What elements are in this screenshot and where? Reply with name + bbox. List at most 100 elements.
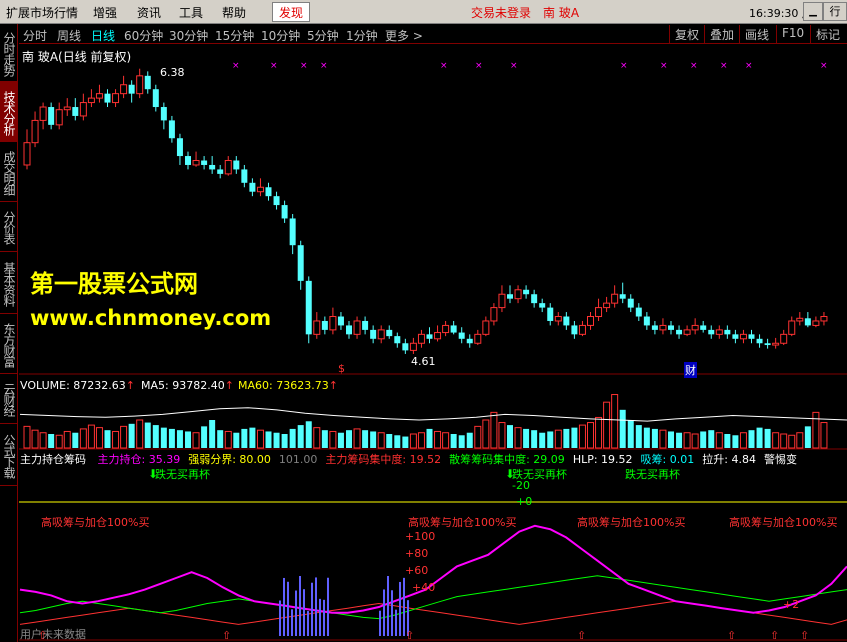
candle-body xyxy=(297,245,304,281)
candle-body xyxy=(539,303,546,308)
volume-bar xyxy=(417,432,425,449)
volume-bar xyxy=(377,432,385,449)
volume-bar xyxy=(394,435,401,448)
indicator-field: 吸筹: 0.01 xyxy=(640,453,695,465)
candle-body xyxy=(120,84,128,95)
volume-bar xyxy=(659,429,667,449)
buy-signal-label-4: 高吸筹与加仓100%买 xyxy=(729,516,838,529)
candle-body xyxy=(788,320,796,335)
volume-bar xyxy=(209,420,216,448)
candle-body xyxy=(48,107,55,125)
candle-body xyxy=(498,293,506,309)
indicator-field: 警惕变 xyxy=(763,453,797,465)
candle-body xyxy=(63,106,71,111)
volume-bar xyxy=(112,430,120,449)
volume-bar xyxy=(683,432,691,449)
candle-body xyxy=(168,120,175,139)
volume-bar xyxy=(619,409,626,448)
volume-bar xyxy=(466,432,473,448)
indicator-header: 主力持仓筹码 主力持仓: 35.39 强弱分界: 80.00 101.00 主力筹码集… xyxy=(20,451,847,465)
volume-bar xyxy=(305,421,312,448)
indicator-field: HLP: 19.52 xyxy=(572,453,633,465)
volume-bar xyxy=(39,432,47,449)
volume-ma60-label: MA60: 73623.73↑ xyxy=(238,379,338,392)
volume-bar xyxy=(668,431,674,448)
candle-body xyxy=(676,329,683,335)
candle-body xyxy=(442,324,450,334)
candle-body xyxy=(209,164,216,170)
volume-bar xyxy=(442,432,450,449)
volume-bar xyxy=(676,432,683,448)
candle-body xyxy=(587,316,594,326)
volume-bar xyxy=(168,428,175,448)
volume-bar xyxy=(265,431,272,448)
candle-body xyxy=(482,320,490,335)
volume-bar xyxy=(233,432,240,448)
volume-bar xyxy=(571,427,578,448)
volume-bar xyxy=(739,432,747,449)
indicator-field: 强弱分界: 80.00 xyxy=(188,453,271,465)
volume-bar xyxy=(804,426,811,448)
volume-bar xyxy=(514,427,522,449)
volume-bar xyxy=(643,427,650,448)
volume-bar xyxy=(95,427,103,449)
volume-bar xyxy=(329,430,337,449)
candle-body xyxy=(514,289,522,300)
volume-bar xyxy=(498,422,506,449)
event-x-marker: × xyxy=(660,61,668,71)
volume-bar xyxy=(23,425,31,449)
volume-ma-line xyxy=(19,407,847,422)
candle-body xyxy=(691,324,699,331)
volume-bar xyxy=(192,432,200,449)
candle-body xyxy=(627,298,634,308)
volume-bar xyxy=(79,428,87,449)
candle-body xyxy=(394,336,401,344)
volume-bar xyxy=(595,416,603,449)
buy-arrow-icon: ⇧ xyxy=(405,629,414,642)
indicator-field: 拉升: 4.84 xyxy=(702,453,756,465)
volume-bar xyxy=(152,425,159,448)
event-marker[interactable]: $ xyxy=(338,362,345,375)
volume-bar xyxy=(104,430,111,448)
volume-bar xyxy=(144,422,151,448)
volume-bar xyxy=(136,419,144,449)
scale-60: +60 xyxy=(405,564,429,577)
candle-body xyxy=(643,316,650,326)
volume-bar xyxy=(63,430,71,449)
volume-bar xyxy=(31,429,39,449)
candle-body xyxy=(87,97,95,104)
candle-body xyxy=(531,294,538,304)
candle-body xyxy=(144,75,151,90)
volume-bar xyxy=(201,426,208,448)
scale-zero: +0 xyxy=(516,495,533,508)
watermark-url: www.chnmoney.com xyxy=(30,306,272,330)
volume-bar xyxy=(611,394,619,449)
volume-bar xyxy=(708,430,715,448)
candle-body xyxy=(273,196,280,206)
candle-body xyxy=(176,138,183,157)
candle-body xyxy=(700,325,707,330)
event-x-marker: × xyxy=(820,61,828,71)
candle-body xyxy=(578,324,586,335)
candle-body xyxy=(39,106,47,121)
candle-body xyxy=(619,294,626,299)
candle-body xyxy=(377,329,385,340)
volume-bar xyxy=(547,431,554,448)
volume-bar xyxy=(72,432,79,448)
candle-body xyxy=(72,107,79,116)
candle-body xyxy=(715,329,723,335)
volume-bar xyxy=(587,422,594,449)
finance-event-marker[interactable]: 财 xyxy=(684,362,697,378)
candle-body xyxy=(490,307,498,322)
candle-body xyxy=(434,332,442,340)
buy-arrow-icon: ⇧ xyxy=(222,629,231,642)
candle-body xyxy=(305,280,312,335)
event-x-marker: × xyxy=(690,61,698,71)
candle-body xyxy=(603,302,611,309)
volume-bar xyxy=(490,411,498,449)
volume-bar xyxy=(55,434,63,449)
event-x-marker: × xyxy=(300,61,308,71)
buy-signal-label-3: 高吸筹与加仓100%买 xyxy=(577,516,686,529)
candle-body xyxy=(152,89,159,108)
volume-bar xyxy=(788,434,796,449)
